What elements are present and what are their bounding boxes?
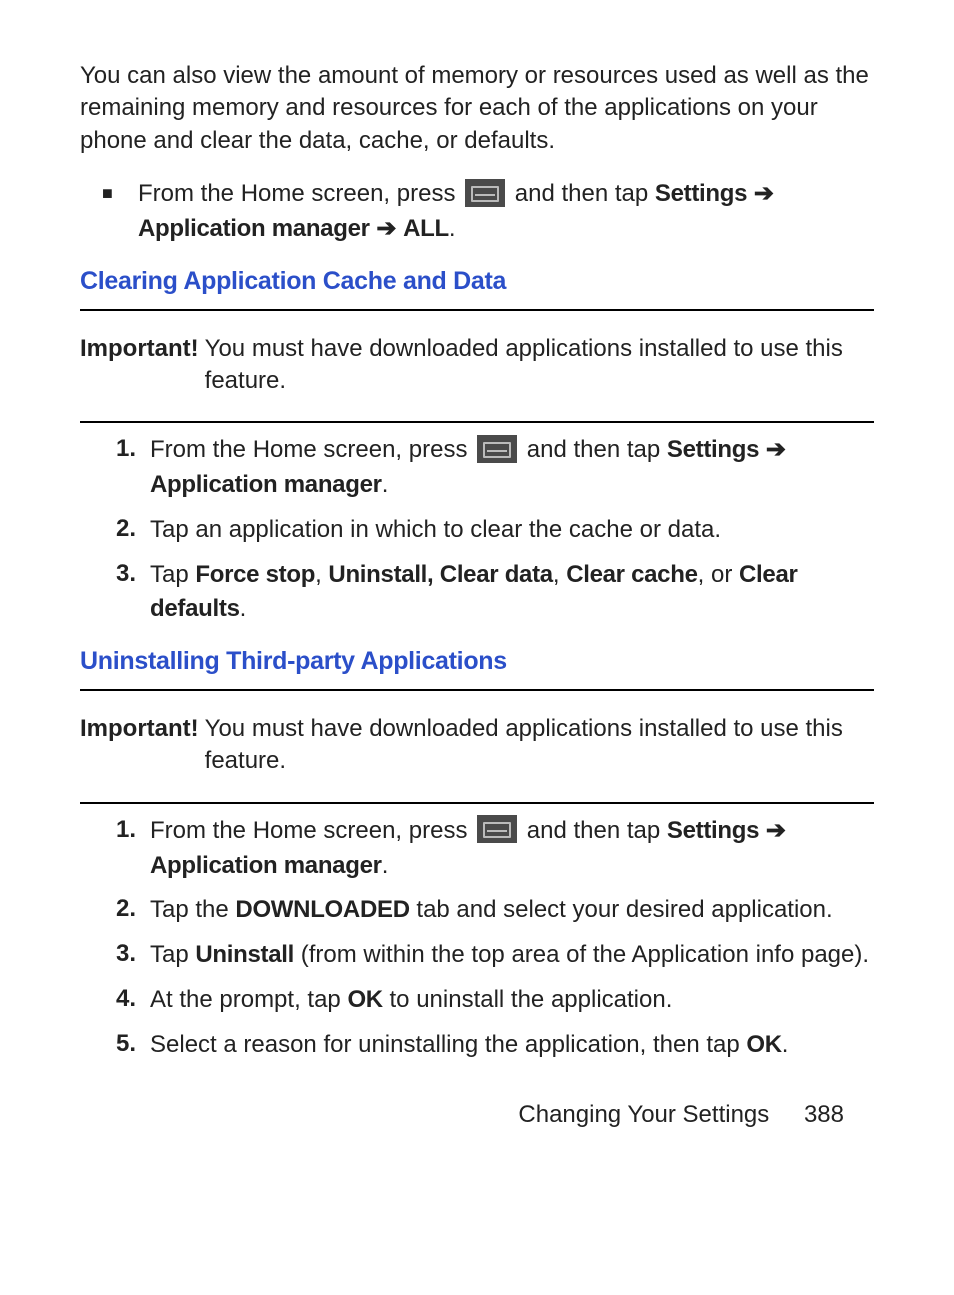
step-body: Tap Force stop, Uninstall, Clear data, C… [150, 558, 874, 628]
text: (from within the top area of the Applica… [294, 941, 869, 968]
step-number: 2. [80, 893, 150, 928]
text: Tap the [150, 896, 235, 923]
text: and then tap [527, 436, 667, 463]
ok-label: OK [347, 986, 382, 1013]
app-manager-label: Application manager [138, 215, 370, 242]
all-label: ALL [403, 215, 449, 242]
arrow-icon: ➔ [376, 215, 403, 242]
important-text: You must have downloaded applications in… [205, 333, 874, 398]
important-note: Important! You must have downloaded appl… [80, 701, 874, 792]
text: From the Home screen, press [138, 180, 462, 207]
text: Tap [150, 561, 195, 588]
clear-cache-label: Clear cache [566, 561, 697, 588]
text: , [315, 561, 328, 588]
text: From the Home screen, press [150, 817, 474, 844]
divider [80, 689, 874, 691]
page-footer: Changing Your Settings 388 [80, 1099, 874, 1131]
intro-paragraph: You can also view the amount of memory o… [80, 60, 874, 157]
step-number: 3. [80, 938, 150, 973]
arrow-icon: ➔ [766, 817, 786, 844]
important-note: Important! You must have downloaded appl… [80, 321, 874, 412]
step-body: Tap the DOWNLOADED tab and select your d… [150, 893, 874, 928]
text: Select a reason for uninstalling the app… [150, 1031, 746, 1058]
text: . [782, 1031, 789, 1058]
step-body: Select a reason for uninstalling the app… [150, 1028, 874, 1063]
step-number: 4. [80, 983, 150, 1018]
uninstall-label: Uninstall [195, 941, 294, 968]
arrow-icon: ➔ [766, 436, 786, 463]
important-label: Important! [80, 713, 205, 778]
step-number: 3. [80, 558, 150, 628]
step-4: 4. At the prompt, tap OK to uninstall th… [80, 983, 874, 1018]
step-body: Tap Uninstall (from within the top area … [150, 938, 874, 973]
important-text: You must have downloaded applications in… [205, 713, 874, 778]
step-body: From the Home screen, press and then tap… [150, 814, 874, 884]
arrow-icon: ➔ [754, 180, 774, 207]
text: . [449, 215, 456, 242]
step-number: 1. [80, 814, 150, 884]
text: At the prompt, tap [150, 986, 347, 1013]
text: and then tap [515, 180, 655, 207]
text: Tap [150, 941, 195, 968]
step-body: At the prompt, tap OK to uninstall the a… [150, 983, 874, 1018]
divider [80, 802, 874, 804]
step-body: Tap an application in which to clear the… [150, 513, 874, 548]
text: , [553, 561, 566, 588]
text: . [382, 471, 389, 498]
text: and then tap [527, 817, 667, 844]
text: . [240, 595, 247, 622]
settings-label: Settings [667, 817, 759, 844]
bullet-body: From the Home screen, press and then tap… [138, 177, 874, 247]
section-heading-clearing-cache: Clearing Application Cache and Data [80, 265, 874, 299]
menu-icon [477, 435, 517, 463]
step-number: 1. [80, 433, 150, 503]
text: tab and select your desired application. [410, 896, 833, 923]
step-1: 1. From the Home screen, press and then … [80, 433, 874, 503]
step-1: 1. From the Home screen, press and then … [80, 814, 874, 884]
settings-label: Settings [667, 436, 759, 463]
step-number: 5. [80, 1028, 150, 1063]
menu-icon [465, 179, 505, 207]
text: to uninstall the application. [383, 986, 673, 1013]
step-2: 2. Tap the DOWNLOADED tab and select you… [80, 893, 874, 928]
settings-label: Settings [655, 180, 747, 207]
step-3: 3. Tap Force stop, Uninstall, Clear data… [80, 558, 874, 628]
step-number: 2. [80, 513, 150, 548]
bullet-item: ■ From the Home screen, press and then t… [80, 177, 874, 247]
text: , or [698, 561, 739, 588]
square-bullet-icon: ■ [80, 177, 138, 247]
menu-icon [477, 815, 517, 843]
step-5: 5. Select a reason for uninstalling the … [80, 1028, 874, 1063]
divider [80, 309, 874, 311]
step-2: 2. Tap an application in which to clear … [80, 513, 874, 548]
app-manager-label: Application manager [150, 852, 382, 879]
step-3: 3. Tap Uninstall (from within the top ar… [80, 938, 874, 973]
page-number: 388 [804, 1099, 844, 1131]
section-heading-uninstalling: Uninstalling Third-party Applications [80, 645, 874, 679]
downloaded-label: DOWNLOADED [235, 896, 409, 923]
app-manager-label: Application manager [150, 471, 382, 498]
step-body: From the Home screen, press and then tap… [150, 433, 874, 503]
important-label: Important! [80, 333, 205, 398]
footer-section-title: Changing Your Settings [518, 1101, 769, 1128]
text: . [382, 852, 389, 879]
ok-label: OK [746, 1031, 781, 1058]
uninstall-clear-data-label: Uninstall, Clear data [328, 561, 552, 588]
force-stop-label: Force stop [195, 561, 315, 588]
text: From the Home screen, press [150, 436, 474, 463]
divider [80, 421, 874, 423]
